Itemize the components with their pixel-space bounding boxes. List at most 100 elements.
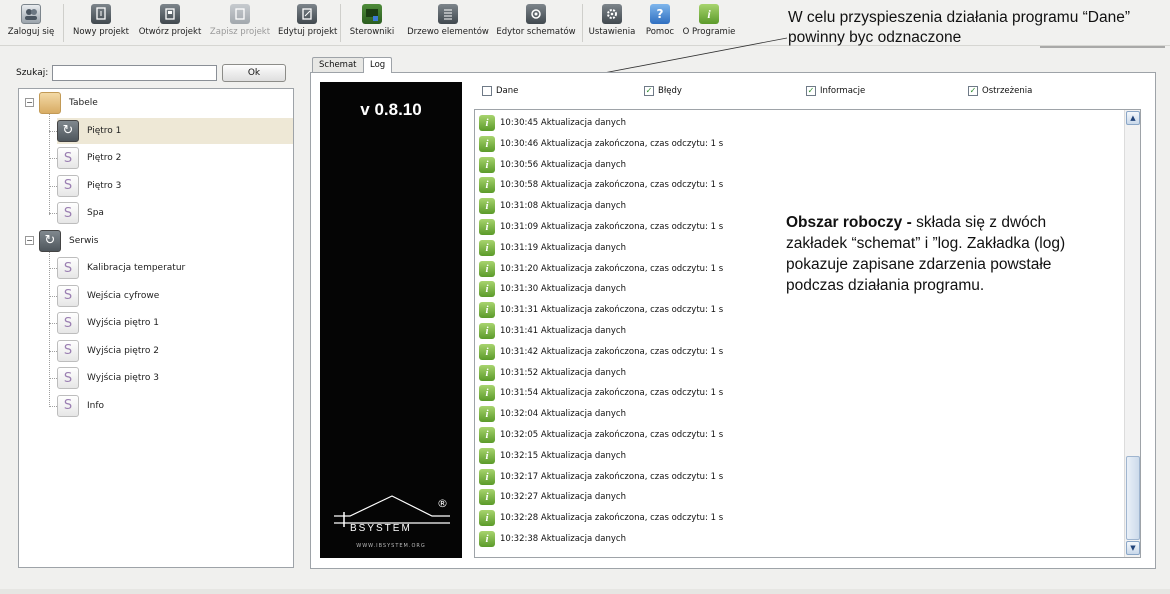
log-entry-text: 10:31:52 Aktualizacja danych bbox=[500, 367, 626, 378]
tree-item[interactable]: S Info bbox=[57, 393, 293, 419]
settings-button[interactable]: Ustawienia bbox=[586, 2, 638, 37]
log-entry: i 10:31:30 Aktualizacja danych bbox=[479, 279, 626, 299]
filter-informacje[interactable]: ✓ Informacje bbox=[806, 86, 865, 96]
element-tree-button[interactable]: Drzewo elementów bbox=[404, 2, 492, 37]
login-button[interactable]: Zaloguj się bbox=[3, 2, 59, 37]
checkbox-bledy[interactable]: ✓ bbox=[644, 86, 654, 96]
help-button[interactable]: ? Pomoc bbox=[640, 2, 680, 37]
log-entry: i 10:31:41 Aktualizacja danych bbox=[479, 321, 626, 341]
new-project-label: Nowy projekt bbox=[73, 27, 129, 37]
table-icon: S bbox=[57, 174, 79, 197]
save-project-icon bbox=[230, 4, 250, 24]
log-entry: i 10:31:54 Aktualizacja zakończona, czas … bbox=[479, 383, 723, 403]
open-project-label: Otwórz projekt bbox=[138, 27, 202, 37]
refresh-icon: ↻ bbox=[57, 119, 79, 142]
info-icon: i bbox=[479, 219, 495, 235]
element-tree-label: Drzewo elementów bbox=[407, 27, 489, 37]
scroll-thumb[interactable] bbox=[1126, 456, 1140, 540]
login-label: Zaloguj się bbox=[7, 27, 55, 37]
tree-expander[interactable]: − bbox=[25, 98, 34, 107]
info-icon: i bbox=[479, 427, 495, 443]
edit-project-icon bbox=[297, 4, 317, 24]
log-entry: i 10:31:08 Aktualizacja danych bbox=[479, 196, 626, 216]
tree-item[interactable]: S Wyjścia piętro 2 bbox=[57, 338, 293, 364]
log-entry: i 10:32:38 Aktualizacja danych bbox=[479, 529, 626, 549]
log-entry: i 10:30:58 Aktualizacja zakończona, czas … bbox=[479, 175, 723, 195]
controllers-button[interactable]: Sterowniki bbox=[342, 2, 402, 37]
tree-item-label: Piętro 1 bbox=[87, 125, 122, 136]
logo-wordmark: BSYSTEM bbox=[350, 523, 412, 534]
tab-log[interactable]: Log bbox=[363, 57, 393, 73]
tree-group-0[interactable]: Tabele bbox=[39, 90, 293, 116]
log-entry-text: 10:32:17 Aktualizacja zakończona, czas o… bbox=[500, 471, 724, 482]
tree-group-1[interactable]: ↻ Serwis bbox=[39, 228, 293, 254]
search-input[interactable] bbox=[52, 65, 217, 81]
table-icon: S bbox=[57, 147, 79, 169]
status-bar bbox=[0, 589, 1170, 594]
tree-connector bbox=[49, 114, 50, 215]
annotation-work-area: Obszar roboczy - składa się z dwóch zakł… bbox=[786, 212, 1106, 296]
toolbar-separator bbox=[340, 4, 341, 42]
table-icon: S bbox=[57, 367, 79, 389]
filter-dane[interactable]: Dane bbox=[482, 86, 518, 96]
log-entry-text: 10:31:08 Aktualizacja danych bbox=[500, 201, 626, 212]
new-project-button[interactable]: Nowy projekt bbox=[70, 2, 132, 37]
tree-item-label: Wyjścia piętro 1 bbox=[87, 318, 159, 328]
checkbox-informacje[interactable]: ✓ bbox=[806, 86, 816, 96]
toolbar-separator bbox=[582, 4, 583, 42]
filter-ostrzezenia[interactable]: ✓ Ostrzeżenia bbox=[968, 86, 1032, 96]
log-entry: i 10:32:28 Aktualizacja zakończona, czas … bbox=[479, 508, 723, 528]
schema-editor-button[interactable]: Edytor schematów bbox=[494, 2, 578, 37]
tree-group-label: Tabele bbox=[69, 98, 98, 108]
tree-item[interactable]: S Piętro 2 bbox=[57, 145, 293, 171]
tree-item[interactable]: S Piętro 3 bbox=[57, 173, 293, 199]
tree-item[interactable]: S Spa bbox=[57, 200, 293, 226]
info-icon: i bbox=[479, 115, 495, 131]
open-project-icon bbox=[160, 4, 180, 24]
tree-item-label: Kalibracja temperatur bbox=[87, 263, 186, 273]
log-entry: i 10:32:15 Aktualizacja danych bbox=[479, 446, 626, 466]
log-entry-text: 10:31:54 Aktualizacja zakończona, czas o… bbox=[500, 388, 724, 399]
log-scrollbar[interactable]: ▲ ▼ bbox=[1124, 110, 1140, 557]
tree-item[interactable]: S Wyjścia piętro 1 bbox=[57, 310, 293, 336]
log-entry: i 10:31:20 Aktualizacja zakończona, czas … bbox=[479, 259, 723, 279]
checkbox-ostrzezenia[interactable]: ✓ bbox=[968, 86, 978, 96]
log-entry: i 10:31:42 Aktualizacja zakończona, czas … bbox=[479, 342, 723, 362]
tree-connector bbox=[49, 251, 50, 407]
edit-project-button[interactable]: Edytuj projekt bbox=[278, 2, 337, 37]
filter-bledy[interactable]: ✓ Błędy bbox=[644, 86, 682, 96]
branding-panel: v 0.8.10 ® BSYSTEM WWW.IBSYSTEM.ORG bbox=[320, 82, 462, 558]
log-entry-text: 10:32:15 Aktualizacja danych bbox=[500, 450, 626, 461]
info-icon: i bbox=[479, 489, 495, 506]
about-icon: i bbox=[699, 4, 719, 24]
tree-item-label: Piętro 2 bbox=[87, 153, 122, 163]
scroll-down-icon[interactable]: ▼ bbox=[1126, 541, 1140, 555]
folder-icon bbox=[39, 92, 61, 114]
tree-group-label: Serwis bbox=[69, 235, 99, 246]
checkbox-dane[interactable] bbox=[482, 86, 492, 96]
table-icon: S bbox=[57, 394, 79, 417]
new-project-icon bbox=[91, 4, 111, 24]
tree-item[interactable]: S Wyjścia piętro 3 bbox=[57, 365, 293, 391]
search-ok-button[interactable]: Ok bbox=[222, 64, 286, 82]
toolbar-separator bbox=[63, 4, 64, 42]
tree-expander[interactable]: − bbox=[25, 235, 34, 245]
tree-item[interactable]: ↻ Piętro 1 bbox=[57, 117, 293, 144]
scroll-up-icon[interactable]: ▲ bbox=[1126, 111, 1140, 125]
filter-informacje-label: Informacje bbox=[820, 86, 866, 96]
log-entry-text: 10:31:42 Aktualizacja zakończona, czas o… bbox=[500, 346, 724, 357]
save-project-label: Zapisz projekt bbox=[209, 27, 271, 37]
about-button[interactable]: i O Programie bbox=[682, 2, 736, 37]
log-entry-text: 10:31:30 Aktualizacja danych bbox=[500, 284, 626, 295]
open-project-button[interactable]: Otwórz projekt bbox=[138, 2, 202, 37]
info-icon: i bbox=[479, 510, 495, 527]
tab-schemat[interactable]: Schemat bbox=[312, 57, 364, 72]
version-label: v 0.8.10 bbox=[360, 100, 422, 119]
table-icon: S bbox=[57, 339, 79, 362]
filter-ostrzezenia-label: Ostrzeżenia bbox=[982, 86, 1033, 96]
log-entry-text: 10:32:05 Aktualizacja zakończona, czas o… bbox=[500, 430, 724, 440]
tree-item[interactable]: S Wejścia cyfrowe bbox=[57, 283, 293, 309]
save-project-button[interactable]: Zapisz projekt bbox=[208, 2, 272, 37]
tree-item[interactable]: S Kalibracja temperatur bbox=[57, 255, 293, 281]
info-icon: i bbox=[479, 343, 495, 360]
